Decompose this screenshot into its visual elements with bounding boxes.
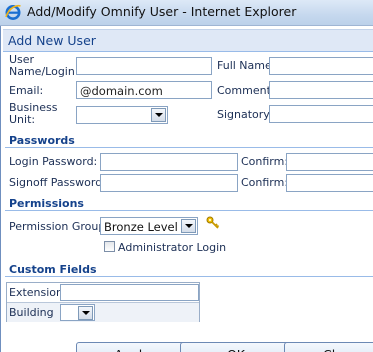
permissions-divider <box>5 210 373 211</box>
email-label: Email: <box>9 84 44 97</box>
full-name-label: Full Name: <box>217 59 276 72</box>
login-confirm-input[interactable] <box>286 153 373 171</box>
business-unit-select[interactable] <box>76 106 168 124</box>
chevron-down-icon[interactable] <box>78 306 93 320</box>
custom-fields-divider <box>5 276 373 277</box>
passwords-section-title: Passwords <box>9 134 75 147</box>
user-name-label-line2: Name/Login: <box>9 65 79 78</box>
custom-fields-section-title: Custom Fields <box>9 263 97 276</box>
permissions-section-title: Permissions <box>9 197 84 210</box>
comment-label: Comment: <box>217 84 275 97</box>
signoff-confirm-input[interactable] <box>286 174 373 192</box>
permission-group-value: Bronze Level <box>104 220 178 234</box>
signoff-password-input[interactable] <box>100 174 238 192</box>
administrator-login-label: Administrator Login <box>118 241 227 254</box>
dialog-content: Add New User User Name/Login: Full Name:… <box>0 26 373 352</box>
title-bar: Add/Modify Omnify User - Internet Explor… <box>0 0 373 26</box>
browser-window: Add/Modify Omnify User - Internet Explor… <box>0 0 373 352</box>
permission-group-select[interactable]: Bronze Level <box>100 217 198 235</box>
custom-field-row-extension: Extension <box>7 283 199 302</box>
login-password-label: Login Password: <box>9 155 98 168</box>
permission-group-label: Permission Group: <box>9 220 110 233</box>
email-input[interactable]: @domain.com <box>76 81 212 99</box>
window-title: Add/Modify Omnify User - Internet Explor… <box>27 4 297 19</box>
signoff-confirm-label: Confirm: <box>241 176 289 189</box>
apply-button[interactable]: Apply <box>76 342 188 352</box>
passwords-divider <box>5 147 373 148</box>
signoff-password-label: Signoff Password: <box>9 176 106 189</box>
form-header: Add New User <box>3 29 373 52</box>
administrator-login-checkbox[interactable] <box>104 241 115 252</box>
user-name-input[interactable] <box>76 57 212 75</box>
full-name-input[interactable] <box>269 57 373 75</box>
internet-explorer-icon <box>5 4 21 20</box>
ok-button[interactable]: OK <box>180 342 292 352</box>
signatory-label: Signatory: <box>217 108 273 121</box>
comment-input[interactable] <box>269 81 373 99</box>
key-icon[interactable] <box>206 216 220 230</box>
business-unit-label-line2: Unit: <box>9 113 36 126</box>
custom-field-row-building: Building <box>7 303 199 322</box>
signatory-input[interactable] <box>269 105 373 123</box>
building-label: Building <box>9 306 54 319</box>
extension-label: Extension <box>9 286 64 299</box>
close-button[interactable]: Close <box>284 342 373 352</box>
login-password-input[interactable] <box>100 153 238 171</box>
extension-input[interactable] <box>60 284 199 301</box>
chevron-down-icon[interactable] <box>181 219 196 233</box>
chevron-down-icon[interactable] <box>151 108 166 122</box>
form-header-title: Add New User <box>8 33 96 48</box>
email-value: @domain.com <box>80 84 163 98</box>
login-confirm-label: Confirm: <box>241 155 289 168</box>
custom-fields-table: Extension Building <box>6 282 200 322</box>
building-select[interactable] <box>60 304 95 321</box>
